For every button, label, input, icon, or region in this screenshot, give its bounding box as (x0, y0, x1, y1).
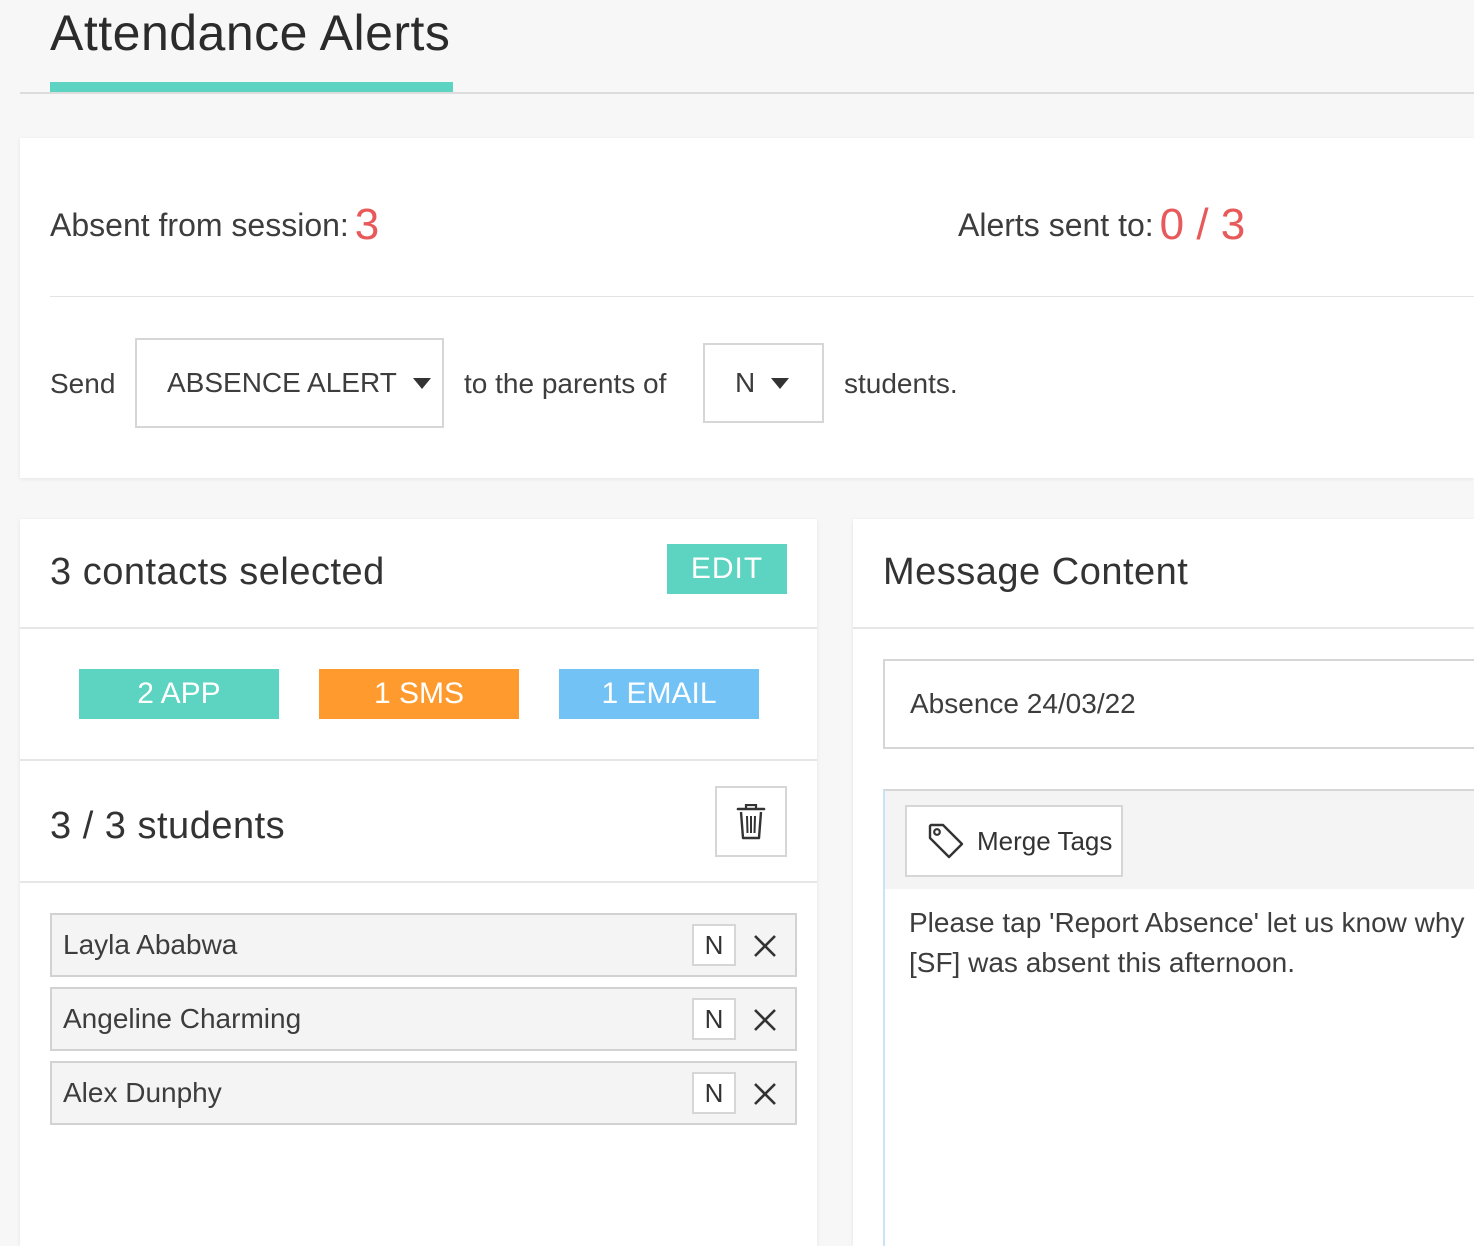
student-name: Layla Ababwa (63, 929, 238, 960)
delete-all-button[interactable] (715, 786, 787, 857)
active-tab-underline (50, 82, 453, 92)
absent-stat: Absent from session: 3 (50, 200, 379, 250)
student-status-code: N (692, 1072, 736, 1114)
edit-button[interactable]: EDIT (667, 544, 787, 594)
send-row: Send ABSENCE ALERT to the parents of N s… (50, 338, 1450, 428)
students-label: students. (844, 368, 958, 399)
close-icon[interactable] (752, 1007, 778, 1033)
student-row: Layla Ababwa N (50, 913, 797, 977)
message-card: Message Content Absence 24/03/22 Merge T… (853, 519, 1474, 1246)
attendance-code-select[interactable]: N (703, 343, 824, 423)
student-name: Angeline Charming (63, 1003, 302, 1034)
contacts-card: 3 contacts selected EDIT 2 APP 1 SMS 1 E… (20, 519, 817, 1246)
students-count-heading: 3 / 3 students (50, 805, 286, 847)
close-icon[interactable] (752, 1081, 778, 1107)
alerts-sent-stat: Alerts sent to: 0 / 3 (958, 200, 1245, 250)
page-title: Attendance Alerts (50, 5, 451, 61)
subject-input[interactable]: Absence 24/03/22 (883, 659, 1474, 749)
student-status-code: N (692, 924, 736, 966)
divider (853, 627, 1474, 629)
sms-count-badge: 1 SMS (319, 669, 519, 719)
send-label: Send (50, 368, 116, 399)
attendance-code-value: N (735, 367, 756, 398)
contacts-selected-heading: 3 contacts selected (50, 551, 385, 593)
message-editor: Merge Tags Please tap 'Report Absence' l… (883, 789, 1474, 1246)
parents-of-label: to the parents of (464, 368, 667, 399)
editor-toolbar: Merge Tags (885, 791, 1474, 889)
app-count-badge: 2 APP (79, 669, 279, 719)
summary-divider (50, 296, 1474, 297)
divider (20, 627, 817, 629)
divider (20, 759, 817, 761)
message-body[interactable]: Please tap 'Report Absence' let us know … (909, 903, 1469, 983)
divider (20, 881, 817, 883)
student-row: Alex Dunphy N (50, 1061, 797, 1125)
summary-card: Absent from session: 3 Alerts sent to: 0 /… (20, 138, 1474, 478)
caret-down-icon (771, 377, 790, 389)
student-name: Alex Dunphy (63, 1077, 222, 1108)
trash-icon (736, 803, 766, 839)
tag-icon (928, 823, 964, 859)
alert-type-select[interactable]: ABSENCE ALERT (135, 338, 444, 428)
message-content-heading: Message Content (883, 551, 1189, 593)
alert-type-value: ABSENCE ALERT (167, 367, 397, 398)
caret-down-icon (412, 377, 431, 389)
close-icon[interactable] (752, 933, 778, 959)
subject-value: Absence 24/03/22 (910, 688, 1136, 719)
student-status-code: N (692, 998, 736, 1040)
absent-count: 3 (354, 200, 380, 249)
email-count-badge: 1 EMAIL (559, 669, 759, 719)
alerts-sent-label: Alerts sent to: (958, 207, 1154, 243)
merge-tags-label: Merge Tags (977, 825, 1113, 856)
merge-tags-button[interactable]: Merge Tags (905, 805, 1123, 877)
page-header: Attendance Alerts (20, 0, 1474, 94)
student-row: Angeline Charming N (50, 987, 797, 1051)
absent-label: Absent from session: (50, 207, 349, 243)
alerts-sent-count: 0 / 3 (1159, 200, 1246, 249)
